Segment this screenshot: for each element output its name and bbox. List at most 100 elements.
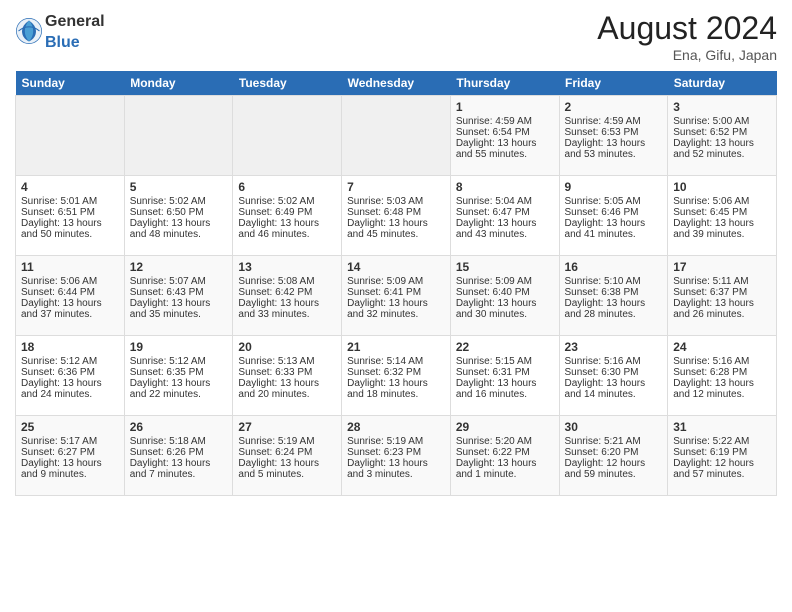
title-section: August 2024 Ena, Gifu, Japan <box>597 10 777 63</box>
day-number: 28 <box>347 420 445 434</box>
day-info: Sunrise: 5:22 AMSunset: 6:19 PMDaylight:… <box>673 436 754 480</box>
calendar-cell: 5 Sunrise: 5:02 AMSunset: 6:50 PMDaylight… <box>124 176 233 256</box>
day-info: Sunrise: 5:21 AMSunset: 6:20 PMDaylight:… <box>565 436 646 480</box>
calendar-week-row: 4 Sunrise: 5:01 AMSunset: 6:51 PMDaylight… <box>16 176 777 256</box>
day-number: 14 <box>347 260 445 274</box>
day-number: 22 <box>456 340 554 354</box>
day-info: Sunrise: 4:59 AMSunset: 6:54 PMDaylight:… <box>456 116 537 160</box>
day-number: 4 <box>21 180 119 194</box>
calendar-cell: 16 Sunrise: 5:10 AMSunset: 6:38 PMDayligh… <box>559 256 668 336</box>
day-info: Sunrise: 5:16 AMSunset: 6:28 PMDaylight:… <box>673 356 754 400</box>
calendar-cell: 12 Sunrise: 5:07 AMSunset: 6:43 PMDayligh… <box>124 256 233 336</box>
calendar-cell: 27 Sunrise: 5:19 AMSunset: 6:24 PMDayligh… <box>233 416 342 496</box>
day-info: Sunrise: 5:12 AMSunset: 6:35 PMDaylight:… <box>130 356 211 400</box>
calendar-cell <box>124 96 233 176</box>
day-number: 10 <box>673 180 771 194</box>
header-row: SundayMondayTuesdayWednesdayThursdayFrid… <box>16 71 777 96</box>
day-info: Sunrise: 5:10 AMSunset: 6:38 PMDaylight:… <box>565 276 646 320</box>
day-info: Sunrise: 5:08 AMSunset: 6:42 PMDaylight:… <box>238 276 319 320</box>
calendar-cell: 15 Sunrise: 5:09 AMSunset: 6:40 PMDayligh… <box>450 256 559 336</box>
header-day: Monday <box>124 71 233 96</box>
day-number: 2 <box>565 100 663 114</box>
day-number: 26 <box>130 420 228 434</box>
calendar-cell: 26Sunrise: 5:18 AMSunset: 6:26 PMDayligh… <box>124 416 233 496</box>
month-title: August 2024 <box>597 10 777 47</box>
day-info: Sunrise: 5:12 AMSunset: 6:36 PMDaylight:… <box>21 356 102 400</box>
calendar-cell: 14 Sunrise: 5:09 AMSunset: 6:41 PMDayligh… <box>342 256 451 336</box>
calendar-cell: 22 Sunrise: 5:15 AMSunset: 6:31 PMDayligh… <box>450 336 559 416</box>
calendar-cell: 2 Sunrise: 4:59 AMSunset: 6:53 PMDaylight… <box>559 96 668 176</box>
calendar-cell: 7Sunrise: 5:03 AMSunset: 6:48 PMDaylight… <box>342 176 451 256</box>
calendar-cell: 9 Sunrise: 5:05 AMSunset: 6:46 PMDaylight… <box>559 176 668 256</box>
page-container: General Blue August 2024 Ena, Gifu, Japa… <box>0 0 792 501</box>
header-day: Saturday <box>668 71 777 96</box>
day-number: 6 <box>238 180 336 194</box>
calendar-cell: 28 Sunrise: 5:19 AMSunset: 6:23 PMDayligh… <box>342 416 451 496</box>
day-info: Sunrise: 5:09 AMSunset: 6:41 PMDaylight:… <box>347 276 428 320</box>
day-number: 17 <box>673 260 771 274</box>
calendar-cell: 13 Sunrise: 5:08 AMSunset: 6:42 PMDayligh… <box>233 256 342 336</box>
day-number: 3 <box>673 100 771 114</box>
day-info: Sunrise: 5:06 AMSunset: 6:44 PMDaylight:… <box>21 276 102 320</box>
day-number: 29 <box>456 420 554 434</box>
day-number: 13 <box>238 260 336 274</box>
day-info: Sunrise: 5:16 AMSunset: 6:30 PMDaylight:… <box>565 356 646 400</box>
calendar-cell <box>16 96 125 176</box>
day-info: Sunrise: 5:19 AMSunset: 6:24 PMDaylight:… <box>238 436 319 480</box>
calendar-cell: 10 Sunrise: 5:06 AMSunset: 6:45 PMDayligh… <box>668 176 777 256</box>
day-number: 12 <box>130 260 228 274</box>
day-number: 16 <box>565 260 663 274</box>
day-number: 20 <box>238 340 336 354</box>
day-number: 27 <box>238 420 336 434</box>
calendar-cell: 31 Sunrise: 5:22 AMSunset: 6:19 PMDayligh… <box>668 416 777 496</box>
day-number: 21 <box>347 340 445 354</box>
day-info: Sunrise: 5:02 AMSunset: 6:49 PMDaylight:… <box>238 196 319 240</box>
day-number: 9 <box>565 180 663 194</box>
location: Ena, Gifu, Japan <box>597 47 777 63</box>
calendar-cell: 24 Sunrise: 5:16 AMSunset: 6:28 PMDayligh… <box>668 336 777 416</box>
calendar-cell: 4 Sunrise: 5:01 AMSunset: 6:51 PMDaylight… <box>16 176 125 256</box>
calendar-cell: 18 Sunrise: 5:12 AMSunset: 6:36 PMDayligh… <box>16 336 125 416</box>
header-day: Friday <box>559 71 668 96</box>
calendar-cell: 17Sunrise: 5:11 AMSunset: 6:37 PMDayligh… <box>668 256 777 336</box>
day-info: Sunrise: 5:09 AMSunset: 6:40 PMDaylight:… <box>456 276 537 320</box>
calendar-cell: 21 Sunrise: 5:14 AMSunset: 6:32 PMDayligh… <box>342 336 451 416</box>
day-number: 24 <box>673 340 771 354</box>
calendar-cell <box>233 96 342 176</box>
day-info: Sunrise: 5:20 AMSunset: 6:22 PMDaylight:… <box>456 436 537 480</box>
calendar-cell: 29 Sunrise: 5:20 AMSunset: 6:22 PMDayligh… <box>450 416 559 496</box>
logo-blue-text: Blue <box>45 34 80 51</box>
logo-general-text: General <box>45 13 105 30</box>
calendar-week-row: 18 Sunrise: 5:12 AMSunset: 6:36 PMDayligh… <box>16 336 777 416</box>
day-number: 31 <box>673 420 771 434</box>
calendar-cell: 19Sunrise: 5:12 AMSunset: 6:35 PMDayligh… <box>124 336 233 416</box>
day-info: Sunrise: 4:59 AMSunset: 6:53 PMDaylight:… <box>565 116 646 160</box>
calendar-week-row: 1Sunrise: 4:59 AMSunset: 6:54 PMDaylight… <box>16 96 777 176</box>
day-info: Sunrise: 5:15 AMSunset: 6:31 PMDaylight:… <box>456 356 537 400</box>
day-info: Sunrise: 5:05 AMSunset: 6:46 PMDaylight:… <box>565 196 646 240</box>
calendar-week-row: 11Sunrise: 5:06 AMSunset: 6:44 PMDayligh… <box>16 256 777 336</box>
day-number: 8 <box>456 180 554 194</box>
day-info: Sunrise: 5:14 AMSunset: 6:32 PMDaylight:… <box>347 356 428 400</box>
day-number: 18 <box>21 340 119 354</box>
day-info: Sunrise: 5:02 AMSunset: 6:50 PMDaylight:… <box>130 196 211 240</box>
day-info: Sunrise: 5:06 AMSunset: 6:45 PMDaylight:… <box>673 196 754 240</box>
day-info: Sunrise: 5:13 AMSunset: 6:33 PMDaylight:… <box>238 356 319 400</box>
calendar-cell: 6 Sunrise: 5:02 AMSunset: 6:49 PMDaylight… <box>233 176 342 256</box>
logo-icon <box>15 17 43 45</box>
day-number: 15 <box>456 260 554 274</box>
day-number: 7 <box>347 180 445 194</box>
header: General Blue August 2024 Ena, Gifu, Japa… <box>15 10 777 63</box>
calendar-week-row: 25Sunrise: 5:17 AMSunset: 6:27 PMDayligh… <box>16 416 777 496</box>
day-info: Sunrise: 5:01 AMSunset: 6:51 PMDaylight:… <box>21 196 102 240</box>
calendar-cell: 25Sunrise: 5:17 AMSunset: 6:27 PMDayligh… <box>16 416 125 496</box>
calendar-cell: 23 Sunrise: 5:16 AMSunset: 6:30 PMDayligh… <box>559 336 668 416</box>
calendar-cell: 20 Sunrise: 5:13 AMSunset: 6:33 PMDayligh… <box>233 336 342 416</box>
day-number: 23 <box>565 340 663 354</box>
day-info: Sunrise: 5:19 AMSunset: 6:23 PMDaylight:… <box>347 436 428 480</box>
calendar-cell: 3Sunrise: 5:00 AMSunset: 6:52 PMDaylight… <box>668 96 777 176</box>
calendar-cell: 30Sunrise: 5:21 AMSunset: 6:20 PMDayligh… <box>559 416 668 496</box>
day-number: 5 <box>130 180 228 194</box>
calendar-cell: 11Sunrise: 5:06 AMSunset: 6:44 PMDayligh… <box>16 256 125 336</box>
day-info: Sunrise: 5:07 AMSunset: 6:43 PMDaylight:… <box>130 276 211 320</box>
